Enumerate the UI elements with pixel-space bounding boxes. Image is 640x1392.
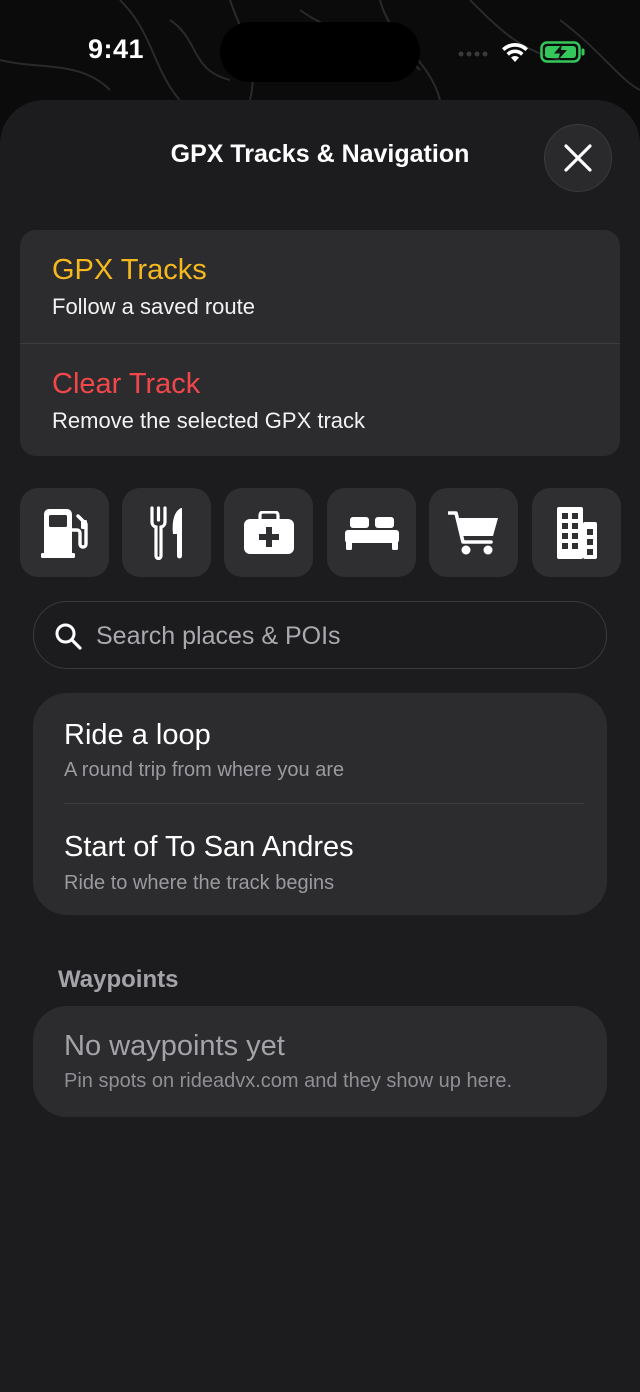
close-button[interactable] <box>544 124 612 192</box>
navigation-options-card: Ride a loop A round trip from where you … <box>33 693 607 915</box>
status-bar: 9:41 <box>0 0 640 100</box>
ride-loop-title: Ride a loop <box>64 719 211 751</box>
fork-knife-icon <box>149 505 182 560</box>
poi-medical-button[interactable] <box>224 488 313 577</box>
signal-dots-icon <box>458 51 488 57</box>
status-time: 9:41 <box>88 34 145 64</box>
wifi-icon <box>502 42 528 62</box>
ride-loop-subtitle: A round trip from where you are <box>64 759 345 781</box>
medical-kit-icon <box>243 510 294 554</box>
poi-shopping-button[interactable] <box>429 488 518 577</box>
gpx-track-card: GPX Tracks Follow a saved route Clear Tr… <box>20 230 620 456</box>
ride-loop-button[interactable]: Ride a loop A round trip from where you … <box>33 693 607 804</box>
poi-fuel-button[interactable] <box>20 488 109 577</box>
poi-lodging-button[interactable] <box>327 488 416 577</box>
waypoints-empty-title: No waypoints yet <box>64 1030 285 1062</box>
waypoints-header: Waypoints <box>58 966 179 993</box>
waypoints-empty-state: No waypoints yet Pin spots on rideadvx.c… <box>33 1006 607 1117</box>
poi-building-button[interactable] <box>532 488 621 577</box>
track-start-title: Start of To San Andres <box>64 831 354 863</box>
clear-track-title: Clear Track <box>52 368 201 400</box>
search-placeholder: Search places & POIs <box>96 622 341 650</box>
search-icon <box>55 623 82 650</box>
waypoints-empty-subtitle: Pin spots on rideadvx.com and they show … <box>64 1070 513 1092</box>
shopping-cart-icon <box>447 510 498 554</box>
navigation-sheet: GPX Tracks & Navigation GPX Tracks Follo… <box>0 100 640 1392</box>
search-input[interactable]: Search places & POIs <box>33 601 607 669</box>
close-icon <box>564 144 592 172</box>
track-start-subtitle: Ride to where the track begins <box>64 872 335 894</box>
clear-track-subtitle: Remove the selected GPX track <box>52 408 366 433</box>
poi-restaurant-button[interactable] <box>122 488 211 577</box>
battery-charging-icon <box>540 41 585 63</box>
dynamic-island <box>220 22 420 82</box>
gpx-tracks-button[interactable]: GPX Tracks Follow a saved route <box>20 230 620 343</box>
poi-category-row <box>20 488 622 578</box>
fuel-pump-icon <box>40 508 88 558</box>
clear-track-button[interactable]: Clear Track Remove the selected GPX trac… <box>20 343 620 456</box>
track-start-button[interactable]: Start of To San Andres Ride to where the… <box>33 804 607 915</box>
gpx-tracks-subtitle: Follow a saved route <box>52 294 255 319</box>
bed-icon <box>344 516 399 550</box>
building-icon <box>556 506 597 559</box>
gpx-tracks-title: GPX Tracks <box>52 254 207 286</box>
